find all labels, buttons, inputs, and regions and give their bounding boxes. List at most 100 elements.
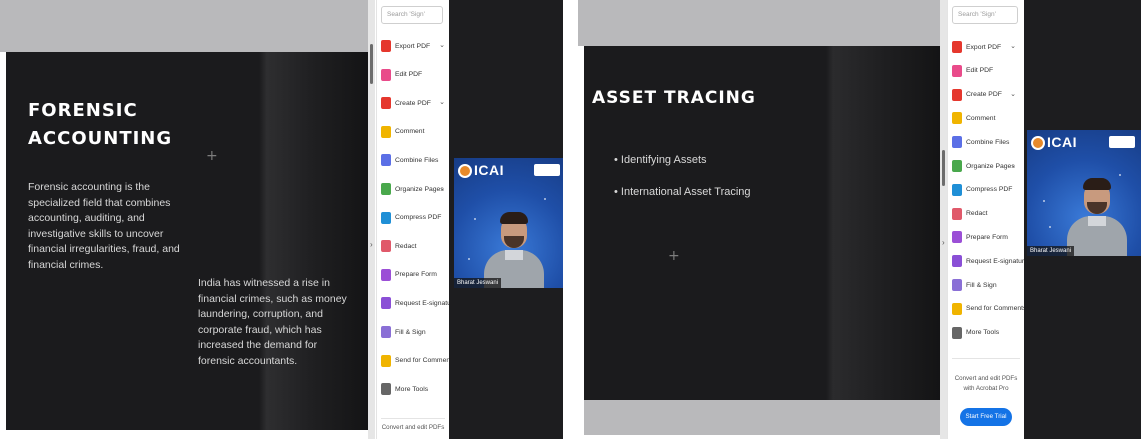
redact-icon <box>381 240 391 253</box>
tool-item-redact[interactable]: Redact <box>381 236 447 256</box>
export-pdf-icon <box>952 41 962 53</box>
tool-item-request-e-signatures[interactable]: Request E-signatures <box>381 293 460 313</box>
tools-search-input[interactable]: Search 'Sign' <box>381 6 443 24</box>
more-tools-icon <box>381 383 391 396</box>
speaker-video-tile[interactable]: ICAI Bharat Jeswani <box>1027 130 1141 256</box>
icai-emblem-icon <box>458 164 472 178</box>
slide-forensic-accounting: FORENSIC ACCOUNTING + Forensic accountin… <box>6 52 368 430</box>
tool-item-compress-pdf[interactable]: Compress PDF <box>381 208 447 228</box>
slide-title: ASSET TRACING <box>592 88 756 108</box>
icai-logo: ICAI <box>474 162 504 178</box>
crosshair-icon: + <box>668 248 680 264</box>
send-for-comments-icon <box>952 302 962 315</box>
right-screenshot-panel: ASSET TRACING • Identifying Assets • Int… <box>578 0 1141 439</box>
scrollbar-thumb[interactable] <box>370 44 373 84</box>
chevron-down-icon[interactable]: ⌄ <box>439 184 445 192</box>
collapse-panel-icon[interactable]: › <box>370 240 373 249</box>
crosshair-icon: + <box>206 148 218 164</box>
vertical-scrollbar[interactable] <box>368 0 375 439</box>
icai-emblem-icon <box>1031 136 1045 150</box>
tool-item-edit-pdf[interactable]: Edit PDF <box>381 65 447 85</box>
tool-item-send-for-comments[interactable]: Send for Comments <box>381 351 455 371</box>
tool-item-compress-pdf[interactable]: Compress PDF <box>952 180 1018 200</box>
viewer-top-area <box>0 0 368 52</box>
tool-item-combine-files[interactable]: Combine Files <box>381 150 447 170</box>
chevron-down-icon[interactable]: ⌄ <box>439 98 445 106</box>
fill-sign-icon <box>381 326 391 338</box>
edit-pdf-icon <box>952 64 962 77</box>
tool-item-create-pdf[interactable]: Create PDF ⌄ <box>381 93 447 113</box>
tool-item-organize-pages[interactable]: Organize Pages ⌄ <box>952 156 1018 176</box>
tool-item-fill-sign[interactable]: Fill & Sign <box>381 322 447 342</box>
prepare-form-icon <box>381 268 391 281</box>
tool-item-label: More Tools <box>966 329 1000 337</box>
tool-item-comment[interactable]: Comment <box>381 122 447 142</box>
tool-item-organize-pages[interactable]: Organize Pages ⌄ <box>381 179 447 199</box>
video-bg-sparkle <box>544 198 546 200</box>
slide-bullet: • Identifying Assets <box>614 154 707 166</box>
tool-item-label: Edit PDF <box>966 67 994 75</box>
slide-asset-tracing: ASSET TRACING • Identifying Assets • Int… <box>584 46 940 400</box>
tool-item-label: Export PDF <box>395 42 431 50</box>
tool-item-prepare-form[interactable]: Prepare Form <box>952 227 1018 247</box>
acrobat-tools-pane: Search 'Sign' Export PDF ⌄ Edit PDF Create … <box>947 0 1031 439</box>
combine-files-icon <box>381 154 391 167</box>
tool-item-label: Send for Comments <box>395 357 456 365</box>
tool-item-export-pdf[interactable]: Export PDF ⌄ <box>381 36 447 56</box>
video-bg-sparkle <box>1119 174 1121 176</box>
icai-logo: ICAI <box>1047 134 1077 150</box>
tool-item-label: Organize Pages <box>395 185 444 193</box>
tool-item-label: Compress PDF <box>395 214 442 222</box>
chevron-down-icon[interactable]: ⌄ <box>1010 90 1016 98</box>
slide-title-line-2: ACCOUNTING <box>28 128 173 149</box>
tool-item-send-for-comments[interactable]: Send for Comments <box>952 299 1026 319</box>
organize-pages-icon <box>952 160 962 172</box>
tool-item-export-pdf[interactable]: Export PDF ⌄ <box>952 37 1018 57</box>
slide-title-line-1: FORENSIC <box>28 100 138 121</box>
tool-item-label: Create PDF <box>395 99 431 107</box>
tool-item-label: Compress PDF <box>966 186 1013 194</box>
comment-icon <box>381 125 391 138</box>
chevron-down-icon[interactable]: ⌄ <box>1010 42 1016 50</box>
collapse-panel-icon[interactable]: › <box>942 238 945 247</box>
participant-name-tag: Bharat Jeswani <box>1027 246 1075 256</box>
video-bg-sparkle <box>1049 226 1051 228</box>
tool-item-edit-pdf[interactable]: Edit PDF <box>952 61 1018 81</box>
tool-item-comment[interactable]: Comment <box>952 108 1018 128</box>
tool-item-label: Redact <box>395 242 417 250</box>
tool-item-fill-sign[interactable]: Fill & Sign <box>952 275 1018 295</box>
tool-item-create-pdf[interactable]: Create PDF ⌄ <box>952 85 1018 105</box>
tool-item-combine-files[interactable]: Combine Files <box>952 132 1018 152</box>
compress-pdf-icon <box>952 183 962 196</box>
comment-icon <box>952 112 962 125</box>
start-free-trial-button[interactable]: Start Free Trial <box>960 408 1012 426</box>
tool-item-label: Prepare Form <box>395 271 437 279</box>
chevron-down-icon[interactable]: ⌄ <box>1010 161 1016 169</box>
vertical-scrollbar[interactable] <box>940 0 947 439</box>
convert-promo-text: Convert and edit PDFs <box>381 424 445 431</box>
tool-item-more-tools[interactable]: More Tools <box>381 379 447 399</box>
tool-item-prepare-form[interactable]: Prepare Form <box>381 265 447 285</box>
tool-item-label: Organize Pages <box>966 162 1015 170</box>
speaker-hair <box>500 212 528 224</box>
tool-item-more-tools[interactable]: More Tools <box>952 323 1018 343</box>
organize-pages-icon <box>381 183 391 195</box>
slide-paragraph-definition: Forensic accounting is the specialized f… <box>28 181 180 271</box>
tools-footer-divider <box>381 418 445 419</box>
tool-item-label: Fill & Sign <box>395 328 426 336</box>
edit-pdf-icon <box>381 68 391 81</box>
slide-paragraph-india: India has witnessed a rise in financial … <box>198 277 347 367</box>
tool-item-redact[interactable]: Redact <box>952 204 1018 224</box>
create-pdf-icon <box>381 97 391 110</box>
tool-item-request-e-signatures[interactable]: Request E-signatures <box>952 251 1031 271</box>
acrobat-tools-pane: Search 'Sign' Export PDF ⌄ Edit PDF Create … <box>376 0 460 439</box>
speaker-video-tile[interactable]: ICAI Bharat Jeswani <box>454 158 563 288</box>
tool-item-label: Comment <box>966 114 996 122</box>
convert-promo-subtext: with Acrobat Pro <box>963 385 1009 392</box>
chevron-down-icon[interactable]: ⌄ <box>439 41 445 49</box>
speaker-hair <box>1083 178 1111 190</box>
scrollbar-thumb[interactable] <box>942 150 945 186</box>
tools-search-input[interactable]: Search 'Sign' <box>952 6 1018 24</box>
partner-logos <box>1109 136 1135 148</box>
tool-item-label: Comment <box>395 128 425 136</box>
